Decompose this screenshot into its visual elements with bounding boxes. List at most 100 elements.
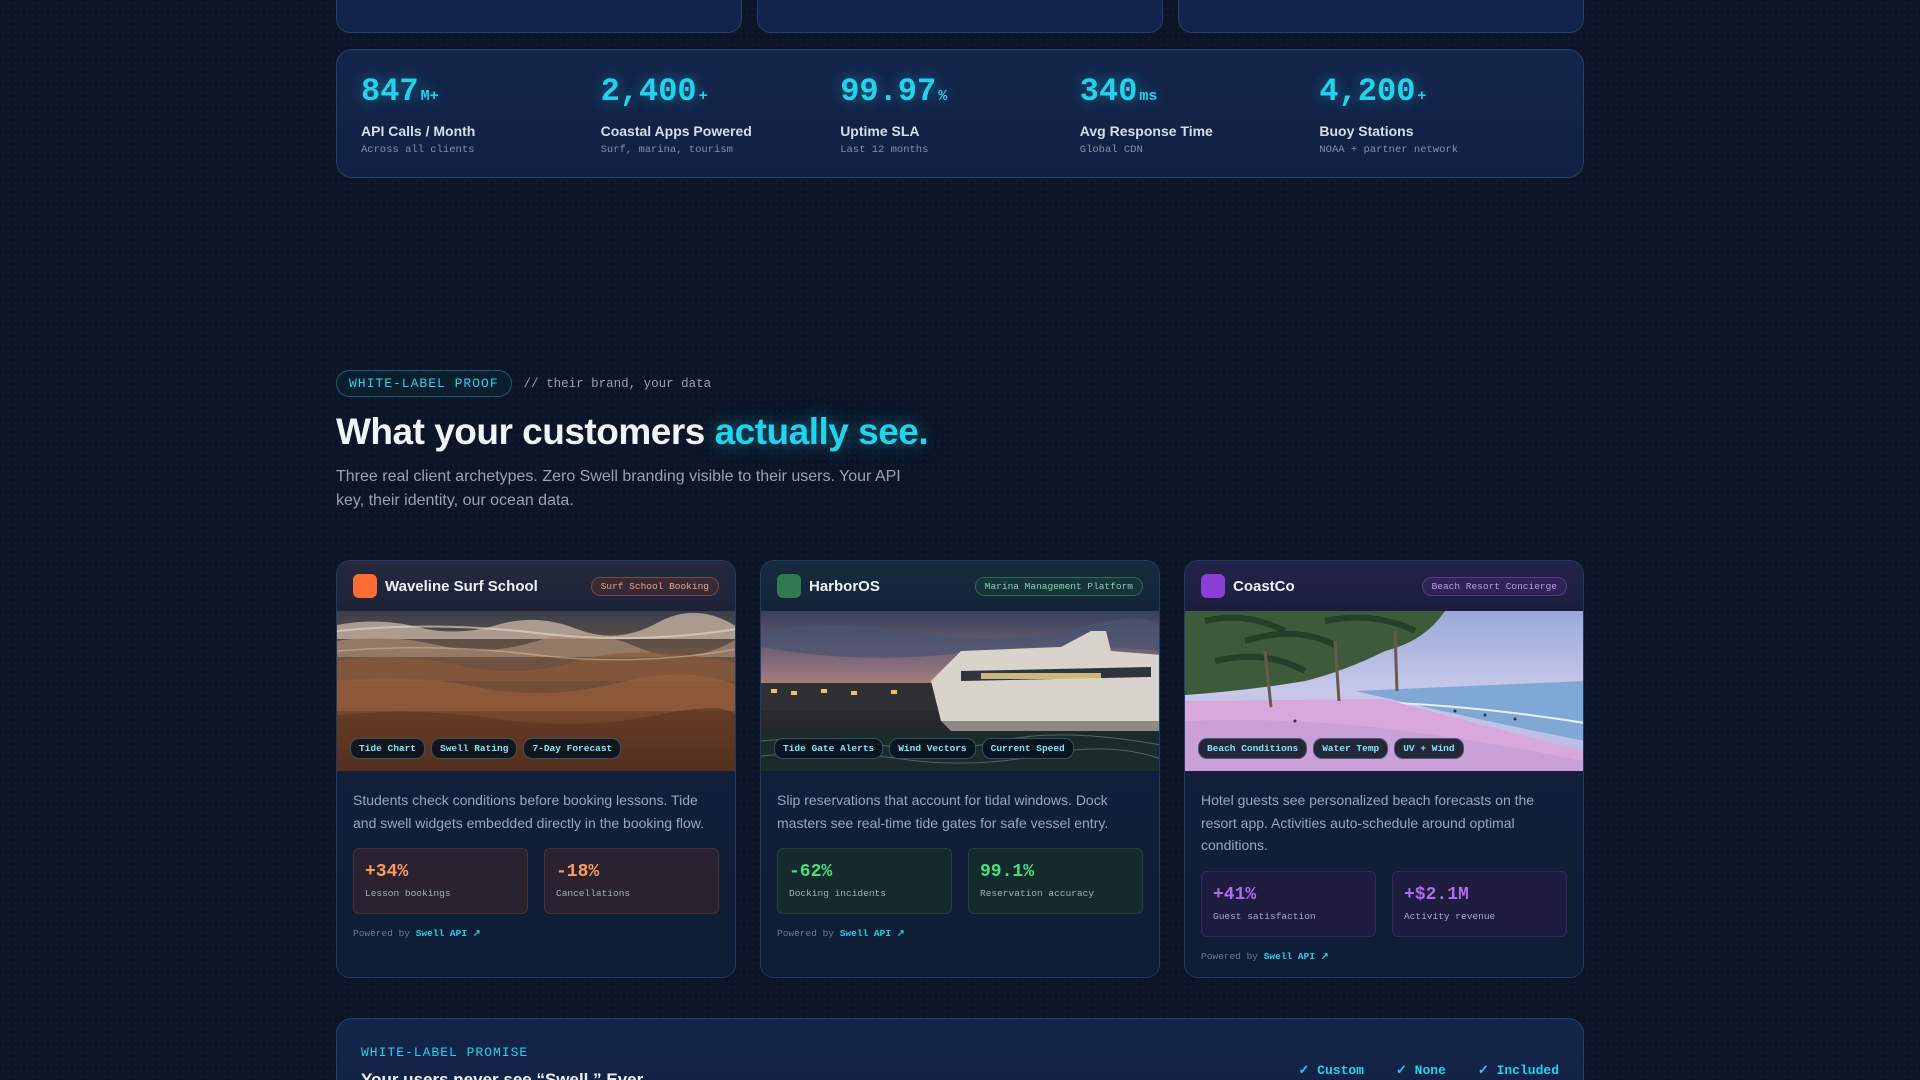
brand-logo-icon: [353, 574, 377, 598]
client-card-waveline[interactable]: Waveline Surf School Surf School Booking: [336, 560, 736, 978]
white-label-promise: WHITE-LABEL PROMISE Your users never see…: [336, 1018, 1584, 1080]
stat-value: 847: [361, 73, 419, 110]
stat-sub: Surf, marina, tourism: [600, 144, 733, 156]
stat-api-calls: 847 M+ API Calls / Month Across all clien…: [361, 74, 601, 177]
stat-sub: Last 12 months: [840, 144, 929, 156]
client-card-harboros[interactable]: HarborOS Marina Management Platform Tide…: [760, 560, 1160, 978]
card-description: Slip reservations that account for tidal…: [777, 792, 1109, 831]
metric-activity-revenue: +$2.1M Activity revenue: [1392, 870, 1567, 937]
chip-swell-rating: Swell Rating: [431, 738, 518, 759]
powered-by: Powered by Swell API ↗: [1201, 951, 1567, 962]
feature-card-partial: [757, 0, 1163, 33]
chip-uv-wind: UV + Wind: [1394, 738, 1464, 759]
brand-name: CoastCo: [1233, 577, 1295, 595]
metric-label: Guest satisfaction: [1213, 910, 1316, 922]
check-custom: ✓ Custom: [1298, 1063, 1364, 1078]
section-title-accent: actually see.: [714, 411, 929, 452]
stat-value: 340: [1079, 73, 1138, 110]
metric-value: 99.1%: [980, 862, 1035, 882]
stat-label: Avg Response Time: [1079, 123, 1213, 139]
stat-apps-powered: 2,400 + Coastal Apps Powered Surf, marina…: [601, 74, 841, 177]
swell-api-link[interactable]: Swell API ↗: [1264, 951, 1329, 962]
check-included: ✓ Included: [1477, 1063, 1559, 1078]
feature-card-partial: [1178, 0, 1584, 33]
metric-reservation-accuracy: 99.1% Reservation accuracy: [968, 848, 1143, 914]
metric-lesson-bookings: +34% Lesson bookings: [353, 848, 528, 914]
metric-value: +$2.1M: [1404, 884, 1469, 905]
section-title: What your customers actually see.: [336, 411, 1584, 453]
powered-by: Powered by Swell API ↗: [777, 928, 1143, 939]
chip-water-temp: Water Temp: [1313, 738, 1389, 759]
metric-label: Activity revenue: [1404, 910, 1496, 922]
metric-guest-satisfaction: +41% Guest satisfaction: [1201, 870, 1376, 937]
stat-unit: ms: [1139, 88, 1158, 105]
promise-eyebrow: WHITE-LABEL PROMISE: [361, 1045, 529, 1060]
section-title-main: What your customers: [336, 411, 715, 452]
widget-chips: Beach Conditions Water Temp UV + Wind: [1198, 738, 1464, 759]
card-header: HarborOS Marina Management Platform: [761, 561, 1159, 611]
swell-api-link[interactable]: Swell API ↗: [840, 928, 905, 939]
card-metrics: +41% Guest satisfaction +$2.1M Activity …: [1201, 870, 1567, 937]
card-metrics: +34% Lesson bookings -18% Cancellations: [353, 848, 719, 914]
stats-bar: 847 M+ API Calls / Month Across all clien…: [336, 49, 1584, 178]
stat-label: Coastal Apps Powered: [600, 123, 752, 139]
check-none: ✓ None: [1395, 1063, 1446, 1078]
metric-value: -62%: [789, 862, 833, 882]
card-metrics: -62% Docking incidents 99.1% Reservation…: [777, 848, 1143, 914]
chip-beach-conditions: Beach Conditions: [1198, 738, 1308, 759]
stat-unit: +: [698, 88, 708, 105]
section-comment: // their brand, your data: [523, 376, 712, 391]
metric-value: -18%: [556, 862, 600, 882]
brand-name: Waveline Surf School: [385, 577, 538, 595]
powered-by: Powered by Swell API ↗: [353, 928, 719, 939]
stat-value: 99.97: [840, 73, 937, 110]
marina-yacht-image: Tide Gate Alerts Wind Vectors Current Sp…: [761, 611, 1159, 771]
stat-label: API Calls / Month: [361, 123, 476, 139]
metric-docking-incidents: -62% Docking incidents: [777, 848, 952, 914]
card-description: Students check conditions before booking…: [353, 792, 704, 831]
stat-value: 4,200: [1319, 73, 1416, 110]
metric-label: Cancellations: [556, 888, 631, 899]
stat-sub: NOAA + partner network: [1319, 144, 1458, 156]
metric-label: Lesson bookings: [365, 888, 451, 899]
chip-current-speed: Current Speed: [981, 738, 1074, 759]
promise-checks: ✓ Custom ✓ None ✓ Included: [1298, 1063, 1559, 1078]
card-header: CoastCo Beach Resort Concierge: [1185, 561, 1583, 611]
metric-label: Docking incidents: [789, 888, 886, 899]
category-tag: Surf School Booking: [590, 576, 719, 596]
metric-cancellations: -18% Cancellations: [544, 848, 719, 914]
metric-label: Reservation accuracy: [980, 888, 1095, 899]
swell-api-link[interactable]: Swell API ↗: [416, 928, 481, 939]
powered-prefix: Powered by: [353, 928, 411, 939]
stat-uptime: 99.97% Uptime SLA Last 12 months: [840, 74, 1080, 177]
stat-label: Buoy Stations: [1319, 123, 1414, 139]
white-label-section-header: WHITE-LABEL PROOF // their brand, your d…: [336, 370, 1584, 513]
brand-logo-icon: [1201, 574, 1225, 598]
section-subtitle: Three real client archetypes. Zero Swell…: [336, 468, 901, 509]
stat-label: Uptime SLA: [840, 123, 920, 139]
surf-waves-image: Tide Chart Swell Rating 7-Day Forecast: [337, 611, 735, 771]
section-eyebrow-pill: WHITE-LABEL PROOF: [336, 370, 512, 397]
previous-cards-row: [336, 0, 1584, 33]
stat-buoy-stations: 4,200 + Buoy Stations NOAA + partner netw…: [1319, 74, 1559, 177]
brand-logo-icon: [777, 574, 801, 598]
stat-unit: +: [1417, 88, 1427, 105]
card-header: Waveline Surf School Surf School Booking: [337, 561, 735, 611]
powered-prefix: Powered by: [777, 928, 835, 939]
stat-value: 2,400: [600, 73, 697, 110]
metric-value: +34%: [365, 862, 409, 882]
widget-chips: Tide Gate Alerts Wind Vectors Current Sp…: [774, 738, 1074, 759]
stat-sub: Global CDN: [1079, 144, 1143, 156]
stat-unit: M+: [420, 88, 439, 105]
stat-sub: Across all clients: [361, 144, 475, 156]
brand-name: HarborOS: [809, 577, 880, 595]
chip-wind-vectors: Wind Vectors: [889, 738, 976, 759]
client-card-coastco[interactable]: CoastCo Beach Resort Concierge Beach Con…: [1184, 560, 1584, 978]
metric-value: +41%: [1213, 884, 1257, 905]
feature-card-partial: [336, 0, 742, 33]
chip-tide-gate-alerts: Tide Gate Alerts: [774, 738, 884, 759]
stat-response-time: 340 ms Avg Response Time Global CDN: [1080, 74, 1320, 177]
card-description: Hotel guests see personalized beach fore…: [1201, 792, 1535, 853]
stat-unit: %: [938, 88, 948, 105]
category-tag: Marina Management Platform: [974, 576, 1143, 596]
